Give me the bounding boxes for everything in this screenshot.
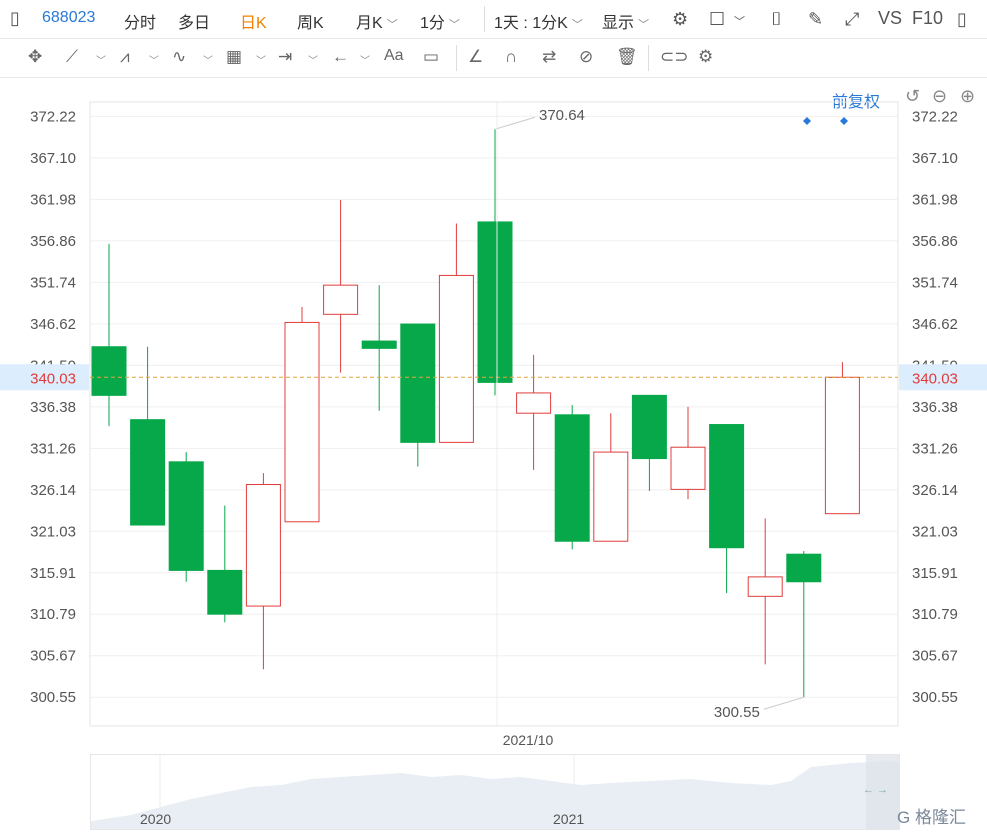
current-price-label-right: 340.03: [912, 370, 958, 387]
candle: [709, 424, 745, 594]
candle-body: [168, 461, 204, 571]
candle: [168, 452, 204, 582]
y-tick-label-left: 351.74: [30, 274, 76, 291]
y-tick-label-left: 336.38: [30, 399, 76, 416]
y-tick-label-left: 305.67: [30, 648, 76, 665]
candle: [554, 405, 590, 550]
candle-body: [438, 274, 474, 443]
y-tick-label-left: 300.55: [30, 689, 76, 706]
y-tick-label-left: 321.03: [30, 523, 76, 540]
y-axis-right: 372.22367.10361.98356.86351.74346.62341.…: [912, 108, 958, 706]
candle-body: [709, 424, 745, 549]
y-tick-label-left: 331.26: [30, 440, 76, 457]
candle-body: [130, 419, 166, 526]
candle: [824, 362, 860, 515]
current-price-label-left: 340.03: [30, 370, 76, 387]
candle: [207, 505, 243, 623]
brand-watermark-logo: G 格隆汇: [897, 808, 966, 827]
candle: [361, 285, 397, 411]
candle-body: [516, 392, 552, 414]
y-tick-label-left: 361.98: [30, 191, 76, 208]
candle: [631, 394, 667, 491]
y-axis-left: 372.22367.10361.98356.86351.74346.62341.…: [30, 108, 76, 706]
y-tick-label-right: 315.91: [912, 565, 958, 582]
y-tick-label-right: 331.26: [912, 440, 958, 457]
candle: [91, 243, 127, 427]
navigator-series: [91, 761, 899, 829]
y-tick-label-left: 326.14: [30, 482, 76, 499]
candle-body: [245, 484, 281, 607]
candle-body: [747, 576, 783, 597]
candle: [516, 354, 552, 470]
candle: [747, 518, 783, 665]
candle: [477, 129, 513, 396]
candle-body: [554, 414, 590, 542]
candle-body: [207, 569, 243, 615]
candle-body: [824, 376, 860, 515]
navigator-area: [91, 755, 899, 829]
candle-body: [670, 446, 706, 490]
candlestick-chart[interactable]: 372.22367.10361.98356.86351.74346.62341.…: [0, 0, 987, 831]
y-tick-label-left: 315.91: [30, 565, 76, 582]
candle-body: [631, 394, 667, 460]
y-tick-label-right: 305.67: [912, 648, 958, 665]
event-marker-icon[interactable]: [803, 117, 811, 125]
y-tick-label-right: 300.55: [912, 689, 958, 706]
candle: [245, 473, 281, 670]
navigator-label-2020: 2020: [140, 811, 172, 827]
candle-body: [400, 323, 436, 443]
candle-body: [593, 451, 629, 542]
y-tick-label-right: 346.62: [912, 316, 958, 333]
candle: [786, 550, 822, 698]
candles: [91, 129, 860, 698]
low-price-label: 300.55: [714, 704, 760, 721]
candle: [593, 413, 629, 542]
candle: [400, 323, 436, 467]
y-tick-label-left: 356.86: [30, 233, 76, 250]
event-marker-icon[interactable]: [840, 117, 848, 125]
y-tick-label-right: 367.10: [912, 150, 958, 167]
high-leader-line: [494, 116, 536, 130]
range-navigator[interactable]: [90, 754, 900, 830]
navigator-arrows[interactable]: ← →: [863, 784, 888, 796]
y-tick-label-left: 367.10: [30, 150, 76, 167]
candle: [323, 200, 359, 373]
y-tick-label-right: 326.14: [912, 482, 958, 499]
candle-body: [91, 346, 127, 396]
candle-body: [477, 221, 513, 383]
y-tick-label-left: 372.22: [30, 108, 76, 125]
candle-body: [323, 284, 359, 315]
plot-area: [89, 101, 899, 727]
candle-body: [361, 340, 397, 349]
candle-body: [284, 321, 320, 523]
y-tick-label-right: 336.38: [912, 399, 958, 416]
y-tick-label-right: 356.86: [912, 233, 958, 250]
high-price-label: 370.64: [539, 107, 585, 124]
y-tick-label-right: 361.98: [912, 191, 958, 208]
y-tick-label-right: 310.79: [912, 606, 958, 623]
y-tick-label-right: 372.22: [912, 108, 958, 125]
y-tick-label-left: 310.79: [30, 606, 76, 623]
candle: [670, 406, 706, 500]
y-tick-label-right: 351.74: [912, 274, 958, 291]
navigator-label-2021: 2021: [553, 811, 585, 827]
candle: [130, 346, 166, 526]
candle: [438, 223, 474, 443]
x-tick-label: 2021/10: [503, 732, 554, 748]
y-tick-label-right: 321.03: [912, 523, 958, 540]
y-tick-label-left: 346.62: [30, 316, 76, 333]
low-leader-line: [763, 696, 804, 710]
candle-body: [786, 553, 822, 583]
candle: [284, 307, 320, 523]
